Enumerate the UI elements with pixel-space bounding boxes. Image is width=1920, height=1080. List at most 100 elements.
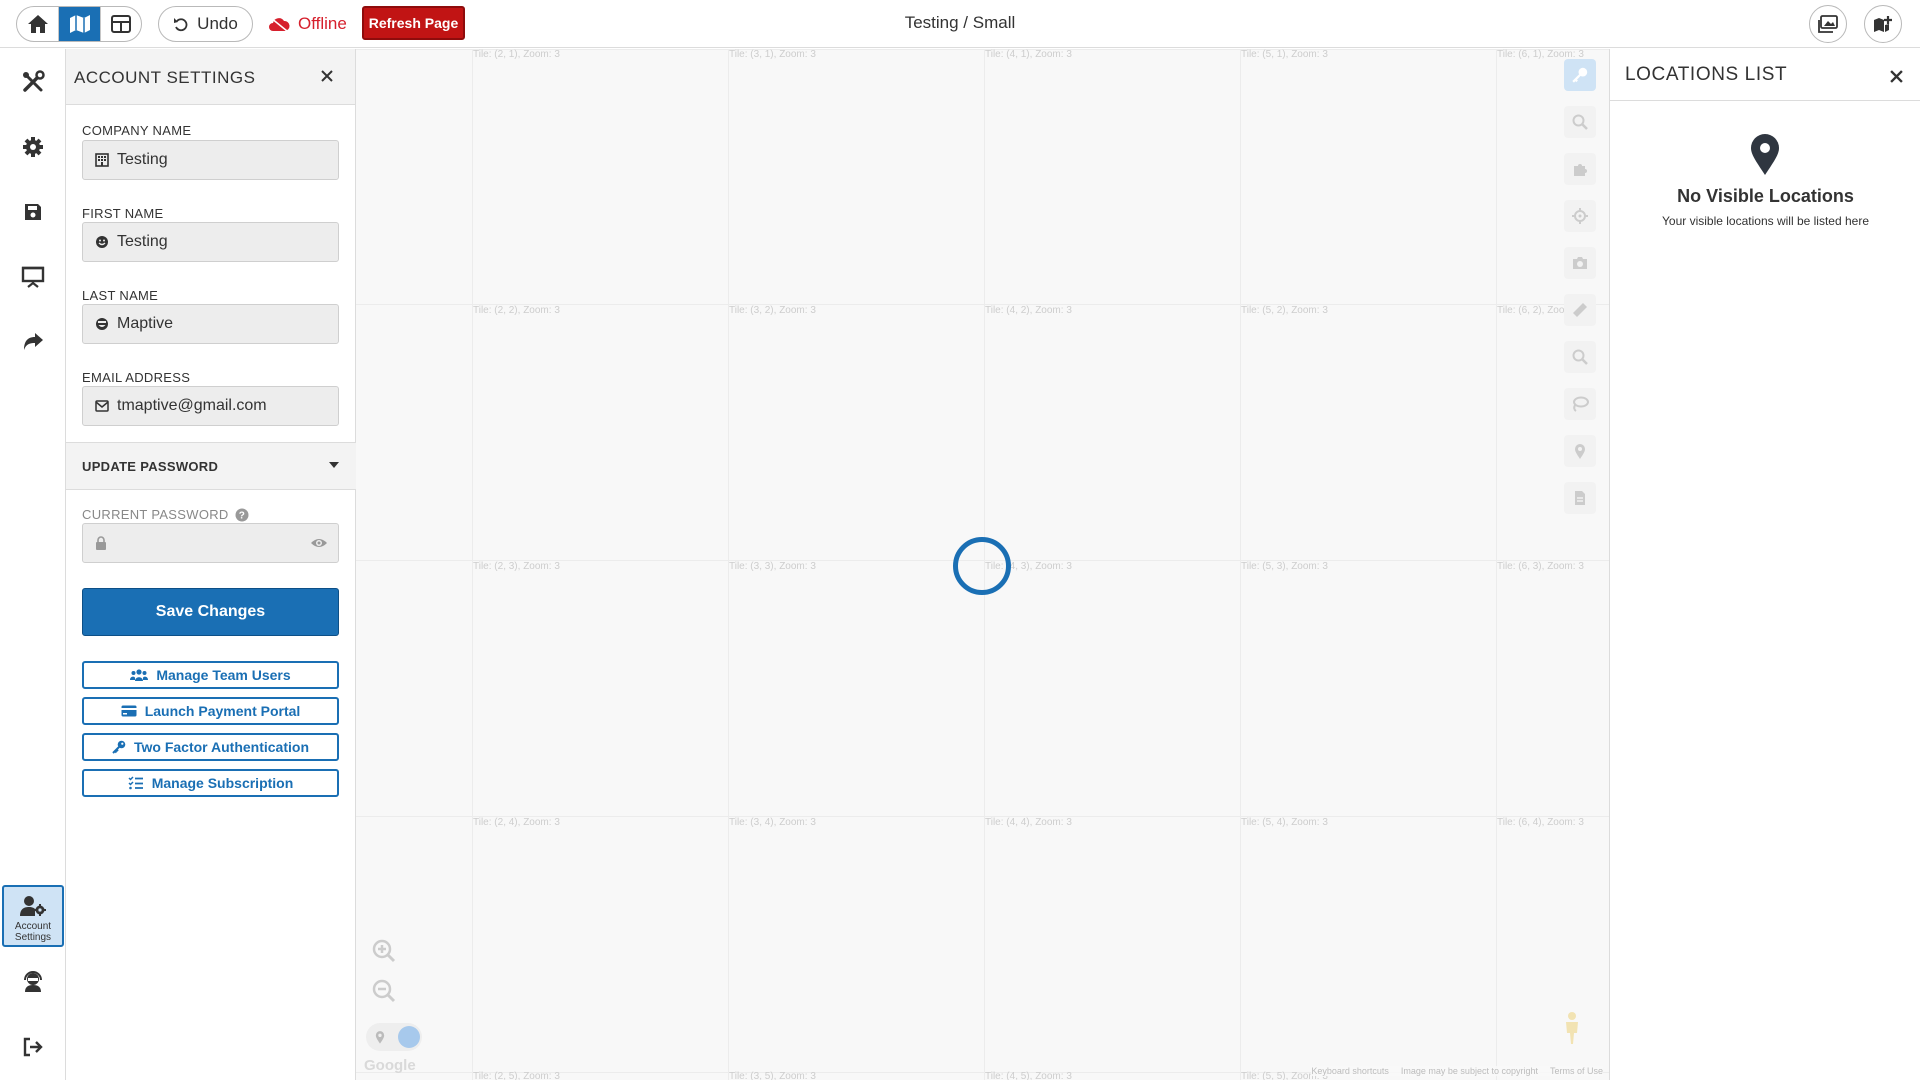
svg-text:?: ? (238, 510, 244, 521)
manage-subscription-button[interactable]: Manage Subscription (82, 769, 339, 797)
marker-toggle[interactable] (366, 1023, 422, 1051)
account-settings-icon (20, 896, 46, 916)
current-password-label: CURRENT PASSWORD (82, 507, 229, 522)
keyboard-shortcuts-link[interactable]: Keyboard shortcuts (1311, 1066, 1389, 1076)
close-icon (321, 70, 333, 82)
zoom-out-button[interactable] (368, 975, 400, 1007)
account-settings-header: ACCOUNT SETTINGS (66, 49, 355, 105)
last-name-field[interactable]: Maptive (82, 304, 339, 344)
tile-label: Tile: (5, 3), Zoom: 3 (1241, 561, 1328, 572)
building-icon (95, 153, 109, 167)
save-changes-button[interactable]: Save Changes (82, 588, 339, 636)
company-name-field[interactable]: Testing (82, 140, 339, 180)
account-settings-title: ACCOUNT SETTINGS (74, 68, 256, 87)
account-settings-panel: ACCOUNT SETTINGS COMPANY NAME Testing FI… (66, 49, 356, 1080)
map-view-button[interactable] (58, 7, 100, 41)
refresh-page-button[interactable]: Refresh Page (362, 6, 465, 40)
top-toolbar: Undo Offline Refresh Page Testing / Smal… (0, 0, 1920, 48)
tile-label: Tile: (2, 5), Zoom: 3 (473, 1071, 560, 1080)
key-icon (112, 740, 126, 754)
crosshair-icon (1572, 208, 1588, 224)
undo-button[interactable]: Undo (158, 6, 253, 42)
tile-label: Tile: (5, 1), Zoom: 3 (1241, 49, 1328, 60)
map-tool-zoom-search[interactable] (1564, 341, 1596, 373)
puzzle-icon (1574, 164, 1587, 176)
rail-support-button[interactable] (13, 962, 53, 1002)
map-tool-lasso[interactable] (1564, 388, 1596, 420)
map-pin-icon (375, 1031, 385, 1044)
loading-spinner (953, 537, 1011, 595)
map-canvas[interactable]: Tile: (2, 1), Zoom: 3 Tile: (3, 1), Zoom… (356, 49, 1609, 1080)
zoom-in-button[interactable] (368, 935, 400, 967)
email-field[interactable]: tmaptive@gmail.com (82, 386, 339, 426)
current-password-label-row: CURRENT PASSWORD ? (82, 507, 249, 522)
tile-label: Tile: (4, 2), Zoom: 3 (985, 305, 1072, 316)
images-icon (1818, 15, 1838, 33)
tile-label: Tile: (3, 4), Zoom: 3 (729, 817, 816, 828)
launch-payment-portal-button[interactable]: Launch Payment Portal (82, 697, 339, 725)
current-password-field[interactable] (82, 523, 339, 563)
update-password-toggle[interactable]: UPDATE PASSWORD (66, 442, 356, 490)
map-tool-puzzle[interactable] (1564, 153, 1596, 185)
tile-label: Tile: (3, 1), Zoom: 3 (729, 49, 816, 60)
map-tool-document[interactable] (1564, 482, 1596, 514)
caret-down-icon (328, 461, 340, 469)
first-name-label: FIRST NAME (82, 206, 164, 221)
zoom-search-icon (1572, 349, 1588, 365)
terms-of-use-link[interactable]: Terms of Use (1550, 1066, 1603, 1076)
rail-save-button[interactable] (13, 192, 53, 232)
locations-list-close-button[interactable] (1886, 66, 1906, 86)
empty-state-title: No Visible Locations (1677, 186, 1854, 206)
locations-list-title: LOCATIONS LIST (1625, 64, 1788, 85)
update-password-label: UPDATE PASSWORD (82, 459, 219, 474)
tile-label: Tile: (2, 3), Zoom: 3 (473, 561, 560, 572)
undo-label: Undo (197, 14, 238, 33)
account-settings-close-button[interactable] (317, 66, 337, 86)
tile-label: Tile: (4, 1), Zoom: 3 (985, 49, 1072, 60)
rail-share-button[interactable] (13, 322, 53, 362)
pegman-icon (1566, 1012, 1578, 1044)
map-layers-button[interactable] (1864, 5, 1902, 43)
document-icon (1575, 491, 1585, 505)
rail-presentation-button[interactable] (13, 257, 53, 297)
undo-icon (174, 18, 188, 32)
tools-icon (23, 70, 45, 92)
street-view-pegman[interactable] (1561, 1011, 1583, 1045)
tile-label: Tile: (3, 2), Zoom: 3 (729, 305, 816, 316)
support-agent-icon (24, 971, 42, 992)
tile-label: Tile: (4, 4), Zoom: 3 (985, 817, 1072, 828)
search-icon (1572, 114, 1588, 130)
rail-account-settings-button[interactable]: Account Settings (2, 885, 64, 947)
tile-label: Tile: (6, 4), Zoom: 3 (1497, 817, 1584, 828)
lasso-icon (1573, 396, 1589, 412)
map-tool-crosshair[interactable] (1564, 200, 1596, 232)
last-name-value: Maptive (117, 315, 174, 332)
launch-payment-portal-label: Launch Payment Portal (144, 703, 301, 719)
help-icon[interactable]: ? (235, 508, 249, 522)
map-tool-key[interactable] (1564, 59, 1596, 91)
eye-icon[interactable] (310, 537, 328, 549)
rail-settings-button[interactable] (13, 127, 53, 167)
map-tool-pin[interactable] (1564, 435, 1596, 467)
rail-account-label: Account Settings (14, 921, 52, 943)
list-check-icon (128, 776, 143, 790)
two-factor-authentication-button[interactable]: Two Factor Authentication (82, 733, 339, 761)
home-button[interactable] (17, 7, 58, 41)
tile-label: Tile: (3, 3), Zoom: 3 (729, 561, 816, 572)
map-tool-ruler[interactable] (1564, 294, 1596, 326)
tile-label: Tile: (5, 2), Zoom: 3 (1241, 305, 1328, 316)
view-switcher (16, 6, 142, 42)
tile-label: Tile: (4, 5), Zoom: 3 (985, 1071, 1072, 1080)
close-icon (1889, 69, 1903, 83)
table-view-button[interactable] (99, 7, 141, 41)
cloud-offline-icon (269, 17, 290, 32)
save-icon (25, 204, 41, 220)
rail-logout-button[interactable] (13, 1027, 53, 1067)
manage-team-users-button[interactable]: Manage Team Users (82, 661, 339, 689)
map-tool-camera[interactable] (1564, 247, 1596, 279)
users-icon (130, 669, 149, 681)
first-name-field[interactable]: Testing (82, 222, 339, 262)
map-tool-search[interactable] (1564, 106, 1596, 138)
rail-tools-button[interactable] (13, 62, 53, 102)
export-image-button[interactable] (1809, 5, 1847, 43)
